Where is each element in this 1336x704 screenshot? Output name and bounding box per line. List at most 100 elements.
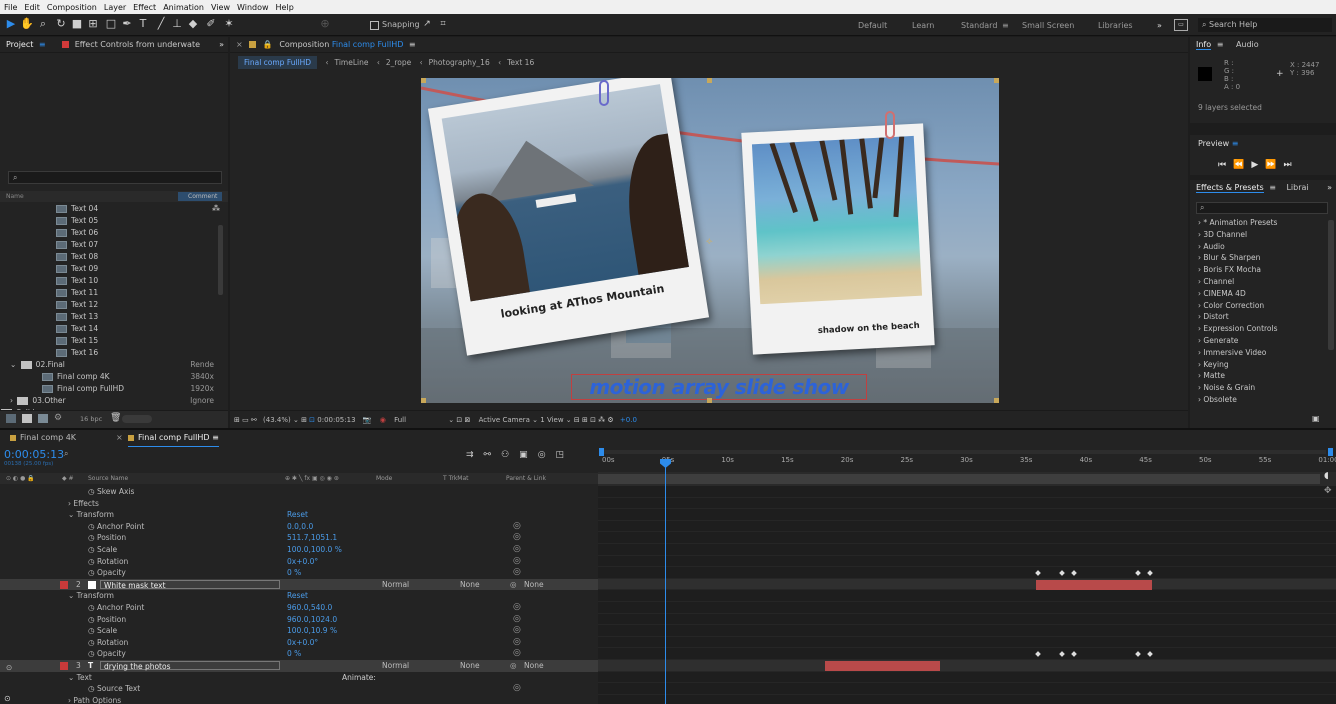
draft-3d-icon[interactable]: ⚯	[484, 450, 502, 460]
stopwatch-icon[interactable]: ◷	[88, 684, 97, 693]
prev-frame-icon[interactable]: ⏪	[1233, 160, 1251, 170]
trkmat-select[interactable]: None	[460, 579, 480, 591]
close-tab-icon[interactable]: ×	[116, 430, 123, 446]
effects-scrollbar[interactable]	[1328, 220, 1334, 350]
expression-pickwhip-icon[interactable]: ◎	[513, 637, 521, 649]
property-row[interactable]: ◷ Skew Axis	[0, 486, 598, 498]
more-workspaces-icon[interactable]: »	[1157, 21, 1162, 30]
expression-pickwhip-icon[interactable]: ◎	[513, 556, 521, 568]
next-frame-icon[interactable]: ⏩	[1265, 160, 1283, 170]
project-item[interactable]: Text 14	[0, 323, 228, 335]
menu-effect[interactable]: Effect	[133, 3, 156, 12]
effect-category[interactable]: › Channel	[1190, 276, 1326, 288]
last-frame-icon[interactable]: ⏭	[1283, 160, 1298, 170]
stopwatch-icon[interactable]: ◷	[88, 487, 97, 496]
menu-layer[interactable]: Layer	[104, 3, 126, 12]
pen-tool-icon[interactable]: ✒	[120, 17, 134, 31]
brush-tool-icon[interactable]: ╱	[154, 17, 168, 31]
track-row[interactable]	[598, 637, 1336, 649]
zoom-tool-icon[interactable]: ⌕	[36, 17, 50, 31]
work-area-bar[interactable]	[600, 450, 1326, 454]
track-row[interactable]	[598, 614, 1336, 626]
graph-editor-icon[interactable]: ◳	[556, 450, 575, 460]
property-row[interactable]: ◷ Opacity 0 % ◎	[0, 567, 598, 579]
label-icon[interactable]: ◆ #	[62, 473, 74, 484]
timeline-tab-4k[interactable]: Final comp 4K	[10, 430, 76, 446]
effect-category[interactable]: › CINEMA 4D	[1190, 288, 1326, 300]
chevron-down-icon[interactable]: ⌄	[293, 416, 301, 424]
effect-category[interactable]: › Keying	[1190, 359, 1326, 371]
more-panels-icon[interactable]: »	[1327, 180, 1332, 196]
stopwatch-icon[interactable]: ◷	[88, 649, 97, 658]
preview-menu-icon[interactable]: ≡	[1232, 139, 1239, 148]
project-scrollbar[interactable]	[218, 225, 223, 295]
layer-switches-icon[interactable]: ⊕ ✱ ╲ fx ▣ ◎ ◉ ⊛	[285, 473, 339, 484]
track-row[interactable]	[598, 567, 1336, 579]
stopwatch-icon[interactable]: ◷	[88, 603, 97, 612]
frame-blending-icon[interactable]: ▣	[519, 450, 538, 460]
work-area-range[interactable]	[598, 474, 1320, 484]
current-time[interactable]: 0:00:05:13	[317, 416, 355, 424]
property-value[interactable]: 100.0,10.9 %	[287, 625, 337, 637]
menu-composition[interactable]: Composition	[47, 3, 97, 12]
column-name[interactable]: Name	[6, 193, 24, 200]
composition-menu-icon[interactable]: ≡	[409, 40, 416, 49]
new-preset-icon[interactable]: ▣	[1312, 414, 1320, 423]
folder-chevron-icon[interactable]: ⌄	[10, 360, 19, 369]
pan-behind-tool-icon[interactable]: ⊞	[86, 17, 100, 31]
blend-mode-select[interactable]: Normal	[382, 579, 409, 591]
composition-tab-name[interactable]: Final comp FullHD	[332, 40, 404, 49]
workspace-default[interactable]: Default	[858, 21, 887, 30]
workspace-standard[interactable]: Standard	[961, 21, 997, 30]
project-item[interactable]: Text 11	[0, 287, 228, 299]
selection-handle[interactable]	[707, 78, 712, 83]
pickwhip-icon[interactable]: ◎	[510, 660, 517, 672]
tab-effects-presets[interactable]: Effects & Presets	[1196, 183, 1264, 193]
expression-pickwhip-icon[interactable]: ◎	[513, 614, 521, 626]
project-item[interactable]: Final comp 4K 3840x	[0, 371, 228, 383]
playhead-line[interactable]	[665, 460, 666, 704]
property-value[interactable]: 0x+0.0°	[287, 556, 318, 568]
expression-pickwhip-icon[interactable]: ◎	[513, 625, 521, 637]
tab-effect-controls[interactable]: Effect Controls from underwate	[75, 40, 200, 49]
effect-category[interactable]: › 3D Channel	[1190, 229, 1326, 241]
roto-brush-tool-icon[interactable]: ✐	[204, 17, 218, 31]
track-row[interactable]	[598, 532, 1336, 544]
track-row[interactable]	[598, 625, 1336, 637]
layer-label-swatch[interactable]	[60, 580, 68, 589]
slideshow-title[interactable]: motion array slide show	[571, 374, 867, 400]
exposure-value[interactable]: +0.0	[620, 416, 637, 424]
effect-category[interactable]: › Expression Controls	[1190, 323, 1326, 335]
effects-menu-icon[interactable]: ≡	[1269, 183, 1276, 192]
selection-handle[interactable]	[707, 398, 712, 403]
timeline-timecode[interactable]: 0:00:05:13	[4, 448, 64, 461]
selection-handle[interactable]	[994, 398, 999, 403]
property-row[interactable]: ◷ Scale 100.0,10.9 % ◎	[0, 625, 598, 637]
chevron-down-icon[interactable]: ⌄	[566, 416, 574, 424]
expression-pickwhip-icon[interactable]: ◎	[513, 648, 521, 660]
property-row[interactable]: › Path Options	[0, 695, 598, 704]
property-value[interactable]: 0.0,0.0	[287, 521, 313, 533]
visibility-icon[interactable]: ⊙	[6, 662, 56, 672]
breadcrumb-photography[interactable]: Photography_16	[429, 58, 490, 67]
stopwatch-icon[interactable]: ◷	[88, 615, 97, 624]
track-row[interactable]	[598, 544, 1336, 556]
views-select[interactable]: 1 View	[540, 416, 563, 424]
property-value[interactable]: 0 %	[287, 648, 301, 660]
effect-category[interactable]: › Generate	[1190, 335, 1326, 347]
adjust-settings-icon[interactable]: ⚙	[54, 413, 62, 423]
puppet-tool-icon[interactable]: ✶	[222, 17, 236, 31]
project-item[interactable]: ⌄ 02.Final Rende	[0, 359, 228, 371]
property-row[interactable]: ◷ Position 960.0,1024.0 ◎	[0, 614, 598, 626]
tab-info[interactable]: Info	[1196, 40, 1212, 50]
close-tab-icon[interactable]: ×	[236, 40, 243, 49]
track-row[interactable]	[598, 521, 1336, 533]
project-item[interactable]: › 03.Other Ignore	[0, 395, 228, 407]
trkmat-select[interactable]: None	[460, 660, 480, 672]
workspace-layout-icon[interactable]: ▭	[1174, 19, 1188, 31]
property-value[interactable]: 960.0,540.0	[287, 602, 332, 614]
track-row[interactable]	[598, 660, 1336, 672]
effect-category[interactable]: › Matte	[1190, 370, 1326, 382]
new-composition-icon[interactable]	[38, 414, 48, 423]
effect-category[interactable]: › Color Correction	[1190, 300, 1326, 312]
